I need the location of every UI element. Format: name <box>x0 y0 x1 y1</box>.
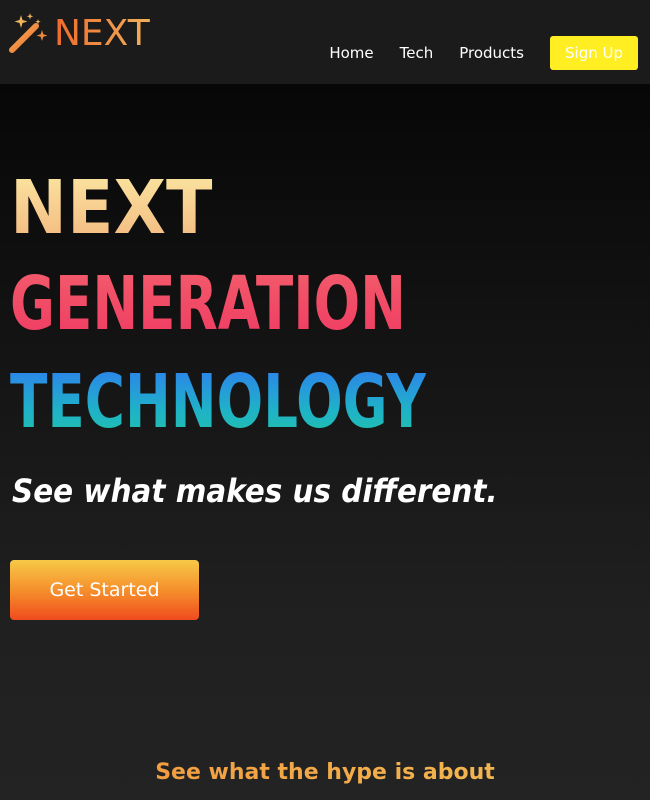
magic-wand-icon <box>9 13 48 53</box>
nav-link-tech[interactable]: Tech <box>400 44 434 62</box>
brand-name: NEXT <box>54 13 150 54</box>
nav-link-products[interactable]: Products <box>459 44 524 62</box>
signup-button[interactable]: Sign Up <box>550 36 638 70</box>
brand-logo[interactable]: NEXT <box>8 12 150 56</box>
hero-tagline: See what makes us different. <box>12 472 498 510</box>
headline-line-generation: GENERATION <box>10 261 407 347</box>
hype-section-heading: See what the hype is about <box>0 760 650 785</box>
main-nav: Home Tech Products Sign Up <box>329 36 638 70</box>
headline-line-next: NEXT <box>10 165 213 251</box>
navbar: NEXT Home Tech Products Sign Up <box>0 0 650 84</box>
hero-section: NEXT GENERATION TECHNOLOGY See what make… <box>0 84 650 800</box>
headline-line-technology: TECHNOLOGY <box>10 359 427 445</box>
nav-link-home[interactable]: Home <box>329 44 373 62</box>
get-started-button[interactable]: Get Started <box>10 560 199 620</box>
